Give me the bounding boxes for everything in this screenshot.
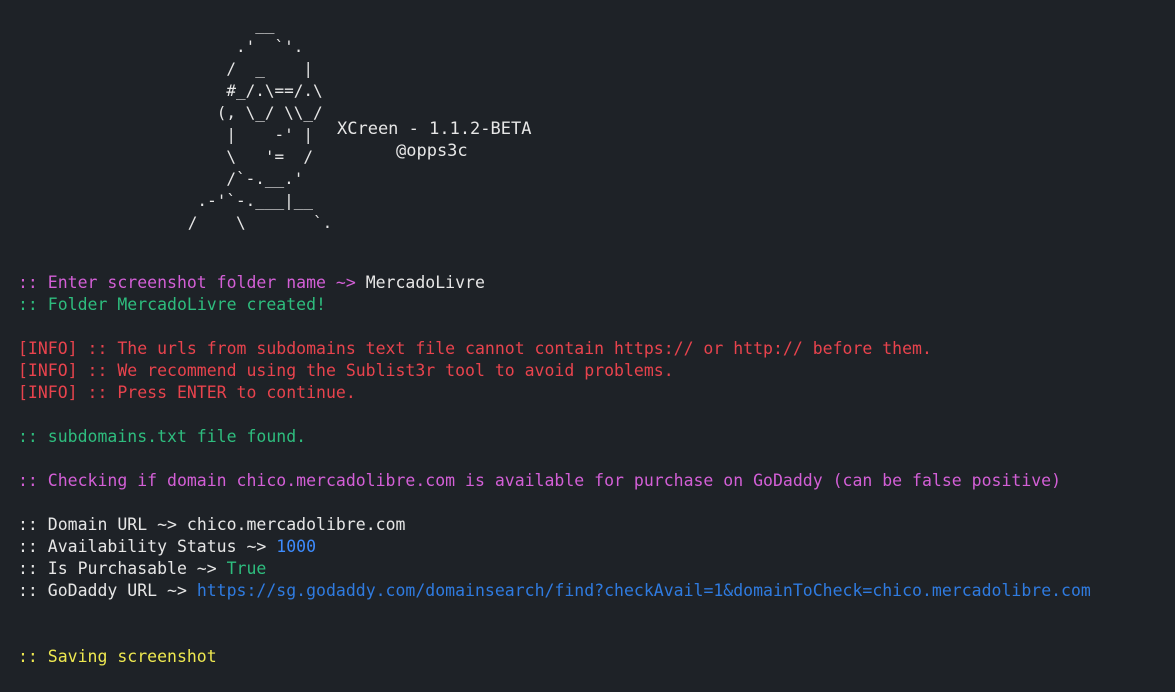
godaddy-url-line: :: GoDaddy URL ~> https://sg.godaddy.com… — [18, 580, 1168, 602]
availability-line: :: Availability Status ~> 1000 — [18, 536, 1168, 558]
folder-prompt-line: :: Enter screenshot folder name ~> Merca… — [18, 272, 1168, 294]
terminal-output: :: Enter screenshot folder name ~> Merca… — [18, 272, 1168, 668]
info-line-continue: [INFO] :: Press ENTER to continue. — [18, 383, 356, 402]
purchasable-label: :: Is Purchasable ~> — [18, 559, 227, 578]
godaddy-url-link[interactable]: https://sg.godaddy.com/domainsearch/find… — [197, 581, 1091, 600]
availability-label: :: Availability Status ~> — [18, 537, 277, 556]
info-line-urls: [INFO] :: The urls from subdomains text … — [18, 339, 932, 358]
godaddy-url-label: :: GoDaddy URL ~> — [18, 581, 197, 600]
domain-url-line: :: Domain URL ~> chico.mercadolibre.com — [18, 514, 1168, 536]
info-line-sublist3r: [INFO] :: We recommend using the Sublist… — [18, 361, 674, 380]
folder-created-line: :: Folder MercadoLivre created! — [18, 294, 1168, 316]
purchasable-line: :: Is Purchasable ~> True — [18, 558, 1168, 580]
tool-author: @opps3c — [396, 141, 468, 161]
domain-url-label: :: Domain URL ~> — [18, 515, 187, 534]
terminal-window: __ .' `'. / _ | #_/.\==/.\ (, \_/ \\_/ |… — [0, 0, 1175, 692]
folder-prompt-value[interactable]: MercadoLivre — [366, 273, 485, 292]
folder-prompt-label: :: Enter screenshot folder name ~> — [18, 273, 366, 292]
file-found-line: :: subdomains.txt file found. — [18, 427, 307, 446]
folder-created-prefix: :: Folder — [18, 295, 118, 314]
tool-title: XCreen - 1.1.2-BETA — [337, 119, 532, 139]
checking-domain-line: :: Checking if domain chico.mercadolibre… — [18, 471, 1062, 490]
purchasable-value: True — [226, 559, 267, 578]
availability-value: 1000 — [276, 537, 317, 556]
folder-created-suffix: created! — [236, 295, 326, 314]
folder-name: MercadoLivre — [117, 295, 237, 314]
saving-screenshot-line: :: Saving screenshot — [18, 647, 217, 666]
domain-url-value: chico.mercadolibre.com — [186, 515, 406, 534]
ascii-art-banner: __ .' `'. / _ | #_/.\==/.\ (, \_/ \\_/ |… — [187, 15, 333, 232]
